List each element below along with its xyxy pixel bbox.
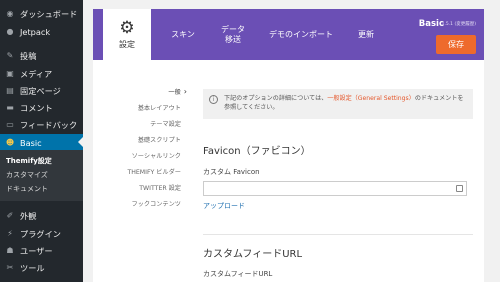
submenu: Themify設定 カスタマイズ ドキュメント — [0, 150, 83, 201]
menu-users[interactable]: ☗ ユーザー — [0, 242, 83, 259]
feed-label: カスタムフィードURL — [203, 270, 273, 278]
list-icon — [456, 185, 463, 192]
themify-panel: ⚙ 設定 スキン データ 移送 デモのインポート 更新 Basic 1.5.1 … — [93, 9, 484, 282]
menu-label: 投稿 — [20, 50, 37, 61]
menu-label: ツール — [20, 262, 45, 273]
divider — [203, 234, 473, 235]
menu-label: フィードバック — [20, 119, 78, 130]
menu-label: Basic — [20, 137, 42, 148]
save-button[interactable]: 保存 — [436, 35, 476, 54]
media-icon: ▣ — [6, 69, 14, 78]
menu-pages[interactable]: ▤ 固定ページ — [0, 82, 83, 99]
tab-data-transfer[interactable]: データ 移送 — [211, 9, 255, 60]
info-icon: i — [209, 95, 218, 104]
subtab-hook-content[interactable]: フックコンテンツ — [132, 199, 182, 208]
current-arrow-icon — [78, 137, 83, 147]
menu-label: Jetpack — [20, 26, 51, 37]
menu-tools[interactable]: ✂ ツール — [0, 259, 83, 276]
theme-name: Basic — [418, 19, 444, 29]
subtab-base-scripts[interactable]: 基礎スクリプト — [138, 135, 181, 144]
favicon-section-title: Favicon（ファビコン） — [203, 146, 311, 157]
subtab-basic-layout[interactable]: 基本レイアウト — [138, 103, 181, 112]
wrench-icon: ✂ — [6, 263, 14, 272]
info-notice: i 下記のオプションの詳細については、一般設定（General Settings… — [203, 89, 473, 119]
favicon-label: カスタム Favicon — [203, 168, 260, 176]
comment-icon: ▬ — [6, 103, 14, 112]
plugin-icon: ⚡ — [7, 229, 13, 238]
menu-comments[interactable]: ▬ コメント — [0, 99, 83, 116]
menu-dashboard[interactable]: ◉ ダッシュボード — [0, 5, 83, 22]
subtab-general[interactable]: 一般 › — [168, 87, 187, 96]
menu-label: 固定ページ — [20, 85, 61, 96]
menu-posts[interactable]: ✎ 投稿 — [0, 47, 83, 64]
feed-section-title: カスタムフィードURL — [203, 249, 303, 260]
pin-icon: ✎ — [6, 51, 14, 60]
tab-settings[interactable]: ⚙ 設定 — [103, 9, 151, 60]
menu-label: 外観 — [20, 210, 37, 221]
user-icon: ☗ — [6, 246, 14, 255]
general-settings-link[interactable]: 一般設定（General Settings） — [327, 95, 415, 102]
subtab-twitter-settings[interactable]: TWITTER 設定 — [139, 183, 181, 192]
menu-plugins[interactable]: ⚡ プラグイン — [0, 225, 83, 242]
subtab-theme-settings[interactable]: テーマ設定 — [150, 119, 181, 128]
menu-basic[interactable]: ☻ Basic — [0, 134, 83, 151]
menu-label: ダッシュボード — [20, 8, 78, 19]
pages-icon: ▤ — [6, 86, 14, 95]
menu-media[interactable]: ▣ メディア — [0, 65, 83, 82]
menu-appearance[interactable]: ✐ 外観 — [0, 207, 83, 224]
favicon-input[interactable] — [203, 181, 467, 196]
subtab-label: 一般 — [168, 89, 181, 96]
tab-label: デモのインポート — [269, 29, 333, 39]
menu-jetpack[interactable]: ● Jetpack — [0, 23, 83, 40]
notice-text: 下記のオプションの詳細については、一般設定（General Settings）の… — [224, 94, 467, 113]
tab-update[interactable]: 更新 — [347, 9, 385, 60]
upload-button[interactable]: アップロード — [203, 201, 245, 211]
admin-sidebar: ◉ ダッシュボード ● Jetpack ✎ 投稿 ▣ メディア ▤ 固定ページ … — [0, 0, 83, 282]
jetpack-icon: ● — [6, 27, 14, 36]
tab-label: 更新 — [358, 29, 374, 39]
subtab-themify-builder[interactable]: THEMIFY ビルダー — [127, 167, 181, 176]
submenu-documentation[interactable]: ドキュメント — [6, 184, 48, 194]
tab-label: 設定 — [119, 39, 135, 49]
subtab-social-links[interactable]: ソーシャルリンク — [132, 151, 181, 160]
panel-header: ⚙ 設定 スキン データ 移送 デモのインポート 更新 Basic 1.5.1 … — [93, 9, 484, 60]
brush-icon: ✐ — [6, 211, 14, 220]
chevron-right-icon: › — [183, 87, 187, 96]
tab-demo-import[interactable]: デモのインポート — [263, 9, 339, 60]
menu-label: コメント — [20, 102, 53, 113]
theme-version[interactable]: 1.5.1 (変更履歴) — [442, 21, 476, 27]
feedback-icon: ▭ — [6, 120, 14, 129]
menu-feedback[interactable]: ▭ フィードバック — [0, 116, 83, 133]
menu-label: プラグイン — [20, 228, 61, 239]
menu-label: ユーザー — [20, 245, 53, 256]
menu-label: メディア — [20, 68, 53, 79]
submenu-themify-settings[interactable]: Themify設定 — [6, 156, 52, 166]
tab-skins[interactable]: スキン — [161, 9, 205, 60]
tab-label: データ 移送 — [221, 24, 245, 44]
notice-prefix: 下記のオプションの詳細については、 — [224, 95, 328, 102]
submenu-customize[interactable]: カスタマイズ — [6, 170, 48, 180]
themify-icon: ☻ — [5, 138, 15, 147]
gear-icon: ⚙ — [119, 17, 135, 38]
tab-label: スキン — [171, 29, 195, 39]
dashboard-icon: ◉ — [6, 9, 14, 18]
